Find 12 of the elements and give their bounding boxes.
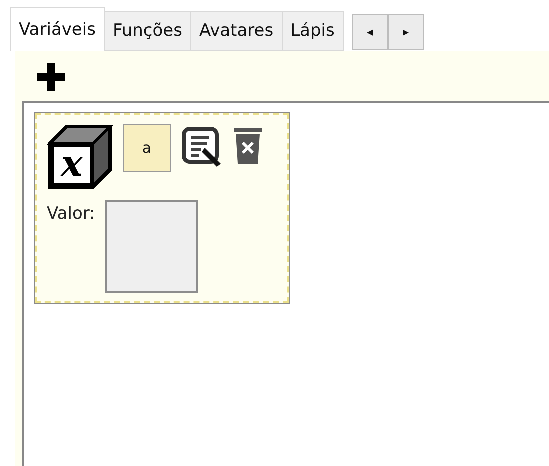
tab[interactable]: Avatares: [190, 11, 283, 51]
cube-icon: x: [47, 124, 113, 190]
trash-icon: [233, 126, 263, 166]
tab[interactable]: Funções: [104, 11, 192, 51]
add-icon[interactable]: [35, 61, 67, 93]
scroll-left-button[interactable]: ◂: [352, 14, 388, 50]
tab[interactable]: Lápis: [282, 11, 344, 51]
variable-name-button[interactable]: a: [123, 124, 171, 172]
value-field[interactable]: [105, 200, 198, 293]
value-label: Valor:: [47, 204, 96, 224]
scroll-right-button[interactable]: ▸: [388, 14, 424, 50]
tab[interactable]: Variáveis: [10, 7, 105, 51]
